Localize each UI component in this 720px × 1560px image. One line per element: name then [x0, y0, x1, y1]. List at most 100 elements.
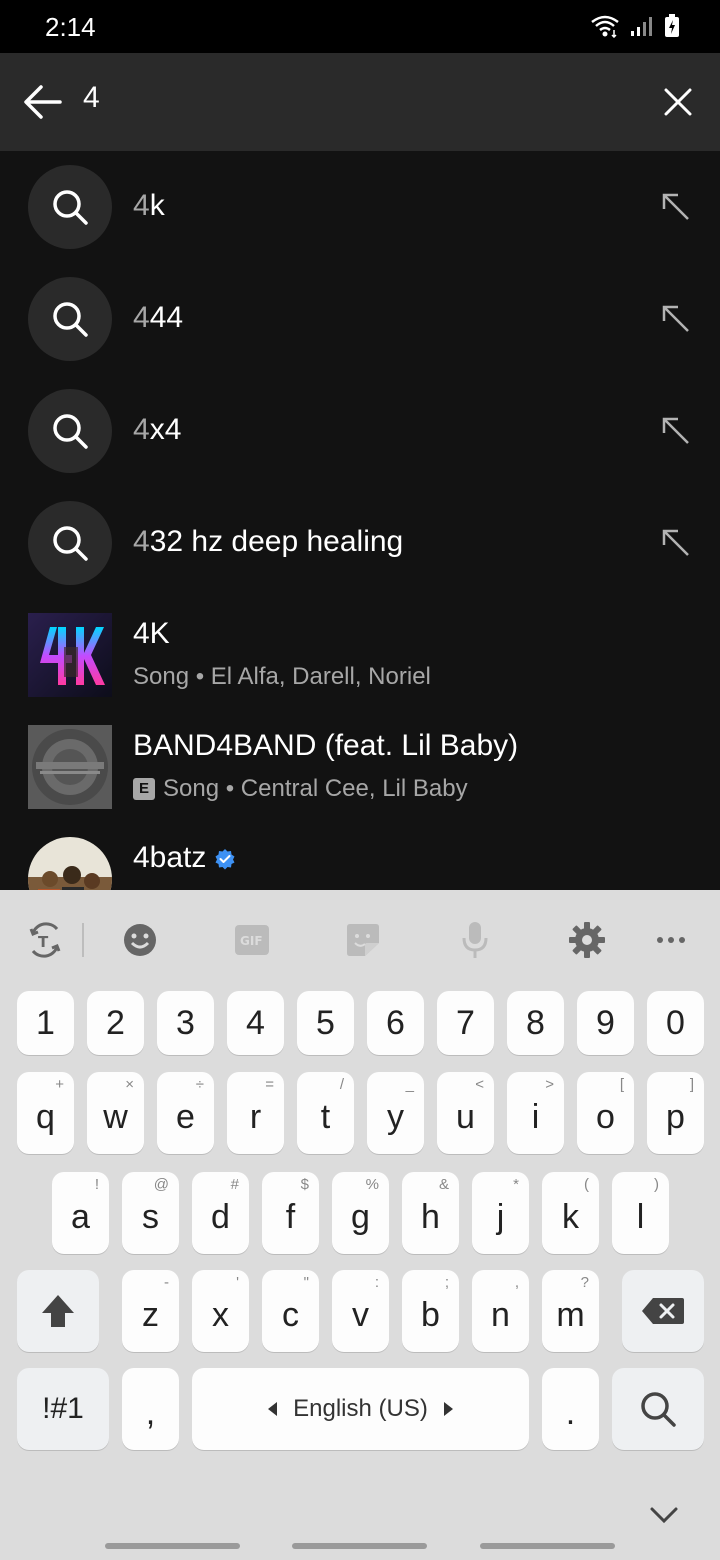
key-k[interactable]: (k [542, 1172, 599, 1254]
period-key[interactable]: . [542, 1368, 599, 1450]
sticker-button[interactable] [340, 920, 386, 960]
shift-key[interactable] [17, 1270, 99, 1352]
comma-key[interactable]: , [122, 1368, 179, 1450]
key-0[interactable]: 0 [647, 991, 704, 1055]
result-row-song[interactable]: 4K Song • El Alfa, Darell, Noriel [0, 599, 720, 711]
search-icon [53, 526, 88, 561]
status-time: 2:14 [45, 12, 96, 42]
result-title: 4K [133, 617, 170, 650]
key-z[interactable]: -z [122, 1270, 179, 1352]
result-subtitle: Song • El Alfa, Darell, Noriel [133, 663, 431, 690]
gif-icon: GIF [235, 925, 269, 955]
key-d[interactable]: # d [192, 1172, 249, 1254]
fill-query-arrow-icon[interactable] [658, 525, 692, 559]
key-n[interactable]: ,n [472, 1270, 529, 1352]
key-4[interactable]: 4 [227, 991, 284, 1055]
key-l[interactable]: ) l [612, 1172, 669, 1254]
battery-icon [665, 14, 679, 37]
key-3[interactable]: 3 [157, 991, 214, 1055]
key-u[interactable]: < u [437, 1072, 494, 1154]
fill-query-arrow-icon[interactable] [658, 413, 692, 447]
key-q[interactable]: + q [17, 1072, 74, 1154]
key-i[interactable]: > i [507, 1072, 564, 1154]
key-a[interactable]: ! a [52, 1172, 109, 1254]
key-f[interactable]: $ f [262, 1172, 319, 1254]
signal-icon [631, 17, 652, 36]
search-icon [53, 414, 88, 449]
microphone-icon [462, 922, 488, 958]
key-v[interactable]: :v [332, 1270, 389, 1352]
key-g[interactable]: % g [332, 1172, 389, 1254]
result-title: 4batz [133, 841, 236, 875]
keyboard-settings-button[interactable] [564, 920, 610, 960]
suggestion-row[interactable]: 4k [0, 151, 720, 263]
suggestion-row[interactable]: 432 hz deep healing [0, 487, 720, 599]
result-row-artist[interactable]: 4batz [0, 823, 720, 890]
search-icon [53, 190, 88, 225]
key-1[interactable]: 1 [17, 991, 74, 1055]
arrow-left-icon [24, 85, 62, 119]
on-screen-keyboard: T GIF 1 2 3 4 5 6 7 8 9 0 + q × w ÷ e = … [0, 890, 720, 1560]
text-translate-button[interactable]: T [22, 920, 68, 960]
suggestion-text: 4k [133, 189, 165, 222]
svg-text:T: T [38, 933, 49, 951]
emoji-button[interactable] [117, 920, 163, 960]
back-button[interactable] [20, 77, 64, 127]
key-5[interactable]: 5 [297, 991, 354, 1055]
hide-keyboard-chevron-down-icon[interactable] [648, 1503, 680, 1527]
key-9[interactable]: 9 [577, 991, 634, 1055]
language-prev-icon [268, 1402, 278, 1416]
backspace-key[interactable] [622, 1270, 704, 1352]
more-options-button[interactable] [648, 920, 694, 960]
key-2[interactable]: 2 [87, 991, 144, 1055]
nav-home-button[interactable] [292, 1543, 427, 1549]
key-m[interactable]: ? m [542, 1270, 599, 1352]
suggestion-text: 444 [133, 301, 184, 334]
result-title: BAND4BAND (feat. Lil Baby) [133, 729, 519, 762]
key-c[interactable]: " c [262, 1270, 319, 1352]
key-j[interactable]: * j [472, 1172, 529, 1254]
suggestion-row[interactable]: 4x4 [0, 375, 720, 487]
backspace-icon [642, 1298, 684, 1324]
key-7[interactable]: 7 [437, 991, 494, 1055]
key-x[interactable]: ' x [192, 1270, 249, 1352]
voice-input-button[interactable] [452, 920, 498, 960]
gear-icon [569, 922, 605, 958]
result-subtitle: E Song • Central Cee, Lil Baby [133, 775, 468, 803]
symbols-key[interactable]: !#1 [17, 1368, 109, 1450]
result-row-song[interactable]: BAND4BAND (feat. Lil Baby) E Song • Cent… [0, 711, 720, 823]
space-bar[interactable]: English (US) [192, 1368, 529, 1450]
key-e[interactable]: ÷ e [157, 1072, 214, 1154]
key-y[interactable]: _ y [367, 1072, 424, 1154]
album-art-thumbnail [28, 613, 112, 697]
nav-back-button[interactable] [480, 1543, 615, 1549]
toolbar-divider [82, 923, 84, 957]
system-icons [590, 14, 680, 38]
key-p[interactable]: ] p [647, 1072, 704, 1154]
search-input[interactable]: 4 [83, 81, 100, 115]
gif-button[interactable]: GIF [229, 920, 275, 960]
search-icon [53, 302, 88, 337]
artist-avatar [28, 837, 112, 890]
clear-search-button[interactable] [660, 80, 696, 124]
key-8[interactable]: 8 [507, 991, 564, 1055]
key-b[interactable]: ; b [402, 1270, 459, 1352]
suggestion-icon-container [28, 277, 112, 361]
fill-query-arrow-icon[interactable] [658, 189, 692, 223]
key-w[interactable]: × w [87, 1072, 144, 1154]
close-icon [664, 88, 692, 116]
suggestion-icon-container [28, 389, 112, 473]
key-t[interactable]: / t [297, 1072, 354, 1154]
search-action-key[interactable] [612, 1368, 704, 1450]
fill-query-arrow-icon[interactable] [658, 301, 692, 335]
key-s[interactable]: @ s [122, 1172, 179, 1254]
key-r[interactable]: = r [227, 1072, 284, 1154]
search-suggestions-list: 4k 444 4x4 432 hz deep healing 4K Song •… [0, 151, 720, 890]
suggestion-row[interactable]: 444 [0, 263, 720, 375]
key-o[interactable]: [o [577, 1072, 634, 1154]
language-next-icon [443, 1402, 453, 1416]
nav-recents-button[interactable] [105, 1543, 240, 1549]
key-h[interactable]: & h [402, 1172, 459, 1254]
key-6[interactable]: 6 [367, 991, 424, 1055]
status-bar: 2:14 [0, 0, 720, 53]
